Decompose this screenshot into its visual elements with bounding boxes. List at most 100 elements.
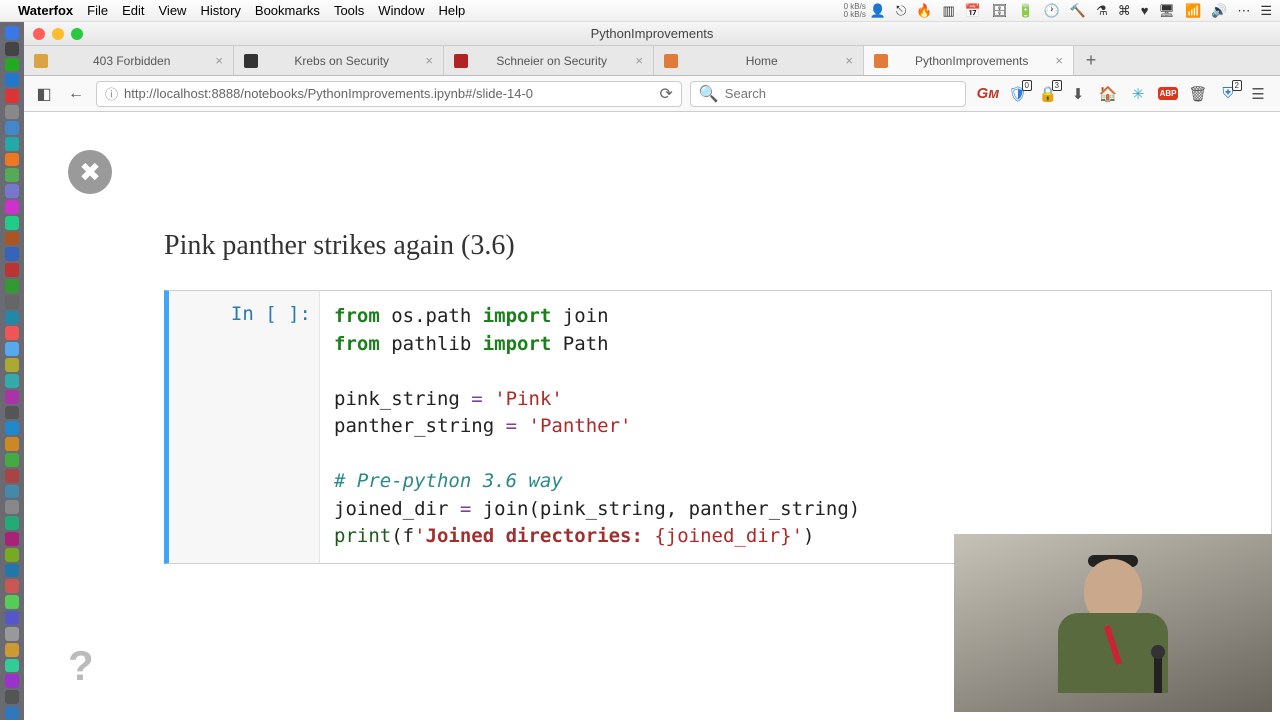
sidebar-toggle-button[interactable]: ◧ (32, 82, 56, 106)
hamburger-menu-button[interactable]: ☰ (1248, 84, 1268, 104)
menu-tools[interactable]: Tools (334, 3, 364, 18)
dock-app[interactable] (5, 58, 19, 72)
menu-bookmarks[interactable]: Bookmarks (255, 3, 320, 18)
tab-close-button[interactable]: × (845, 53, 853, 68)
downloads-button[interactable]: ⬇ (1068, 84, 1088, 104)
extension-icon[interactable]: 🔒3 (1038, 84, 1058, 104)
dock-app[interactable] (5, 137, 19, 151)
extension-icon[interactable]: ✳ (1128, 84, 1148, 104)
url-bar[interactable]: ⓘ http://localhost:8888/notebooks/Python… (96, 81, 682, 107)
extension-icon[interactable]: 🛡0 (1008, 84, 1028, 104)
window-minimize-button[interactable] (52, 28, 64, 40)
dock-app[interactable] (5, 406, 19, 420)
dock-app[interactable] (5, 279, 19, 293)
tab-close-button[interactable]: × (215, 53, 223, 68)
wifi-icon[interactable]: 📶 (1185, 3, 1201, 19)
overflow-icon[interactable]: ⋯ (1237, 3, 1250, 19)
dock-app[interactable] (5, 295, 19, 309)
dock-app[interactable] (5, 421, 19, 435)
status-icon[interactable]: 🔨 (1070, 3, 1086, 19)
menu-list-icon[interactable]: ☰ (1260, 3, 1272, 19)
browser-tab[interactable]: Home× (654, 46, 864, 75)
code-cell[interactable]: In [ ]: from os.path import join from pa… (164, 290, 1272, 564)
dock-app[interactable] (5, 42, 19, 56)
dock-app[interactable] (5, 184, 19, 198)
dock-app[interactable] (5, 232, 19, 246)
dock-app[interactable] (5, 548, 19, 562)
dock-app[interactable] (5, 358, 19, 372)
status-icon[interactable]: ⚗ (1096, 3, 1108, 19)
dock-app[interactable] (5, 390, 19, 404)
picture-in-picture-video[interactable] (954, 534, 1272, 712)
search-bar[interactable]: 🔍 (690, 81, 966, 107)
status-icon[interactable]: ♥ (1141, 3, 1149, 18)
home-button[interactable]: 🏠 (1098, 84, 1118, 104)
dock-app[interactable] (5, 706, 19, 720)
dock-app[interactable] (5, 26, 19, 40)
exit-slideshow-button[interactable]: ✖ (68, 150, 112, 194)
dock-app[interactable] (5, 168, 19, 182)
dock-app[interactable] (5, 374, 19, 388)
dock-app[interactable] (5, 579, 19, 593)
menu-file[interactable]: File (87, 3, 108, 18)
dock-app[interactable] (5, 121, 19, 135)
dock-app[interactable] (5, 326, 19, 340)
dock-app[interactable] (5, 153, 19, 167)
status-icon[interactable]: 🔥 (916, 3, 932, 19)
dock-app[interactable] (5, 311, 19, 325)
search-input[interactable] (725, 86, 957, 101)
dock-app[interactable] (5, 89, 19, 103)
new-tab-button[interactable]: + (1074, 46, 1108, 75)
dock-app[interactable] (5, 105, 19, 119)
tab-close-button[interactable]: × (425, 53, 433, 68)
dock-app[interactable] (5, 263, 19, 277)
status-icon[interactable]: 📅 (965, 3, 981, 19)
dock-app[interactable] (5, 690, 19, 704)
display-icon[interactable]: 🖥 (1158, 3, 1175, 19)
status-icon[interactable]: ⎋ (896, 3, 906, 19)
dock-app[interactable] (5, 595, 19, 609)
window-close-button[interactable] (33, 28, 45, 40)
browser-tab[interactable]: Schneier on Security× (444, 46, 654, 75)
menu-window[interactable]: Window (378, 3, 424, 18)
dock-app[interactable] (5, 674, 19, 688)
dock-app[interactable] (5, 437, 19, 451)
browser-tab[interactable]: Krebs on Security× (234, 46, 444, 75)
dock-app[interactable] (5, 73, 19, 87)
menu-view[interactable]: View (159, 3, 187, 18)
dock-app[interactable] (5, 659, 19, 673)
dock-app[interactable] (5, 500, 19, 514)
extension-icon[interactable]: ⛨2 (1218, 84, 1238, 104)
status-icon[interactable]: 🗄 (991, 3, 1008, 19)
extension-icon[interactable]: Gᴍ (978, 84, 998, 104)
browser-tab[interactable]: 403 Forbidden× (24, 46, 234, 75)
battery-icon[interactable]: 🔋 (1018, 3, 1034, 19)
dock-app[interactable] (5, 469, 19, 483)
dock-app[interactable] (5, 564, 19, 578)
dock-app[interactable] (5, 216, 19, 230)
dock-app[interactable] (5, 516, 19, 530)
window-zoom-button[interactable] (71, 28, 83, 40)
dock-app[interactable] (5, 200, 19, 214)
site-info-icon[interactable]: ⓘ (105, 84, 118, 103)
dock-app[interactable] (5, 627, 19, 641)
dock-app[interactable] (5, 247, 19, 261)
menu-history[interactable]: History (200, 3, 240, 18)
status-icon[interactable]: 👤 (870, 3, 886, 19)
extension-icon[interactable]: 🗑 (1188, 84, 1208, 104)
dock-app[interactable] (5, 453, 19, 467)
code-input-area[interactable]: from os.path import join from pathlib im… (319, 291, 1271, 563)
status-icon[interactable]: ⌘ (1118, 3, 1131, 19)
dock-app[interactable] (5, 643, 19, 657)
clock-icon[interactable]: 🕐 (1044, 3, 1060, 19)
dock-app[interactable] (5, 611, 19, 625)
app-name[interactable]: Waterfox (18, 3, 73, 18)
volume-icon[interactable]: 🔊 (1211, 3, 1227, 19)
reload-button[interactable]: ⟳ (659, 84, 672, 104)
menu-help[interactable]: Help (439, 3, 466, 18)
dock-app[interactable] (5, 342, 19, 356)
adblock-icon[interactable]: ABP (1158, 84, 1178, 104)
dock-app[interactable] (5, 532, 19, 546)
tab-close-button[interactable]: × (1055, 53, 1063, 68)
tab-close-button[interactable]: × (635, 53, 643, 68)
